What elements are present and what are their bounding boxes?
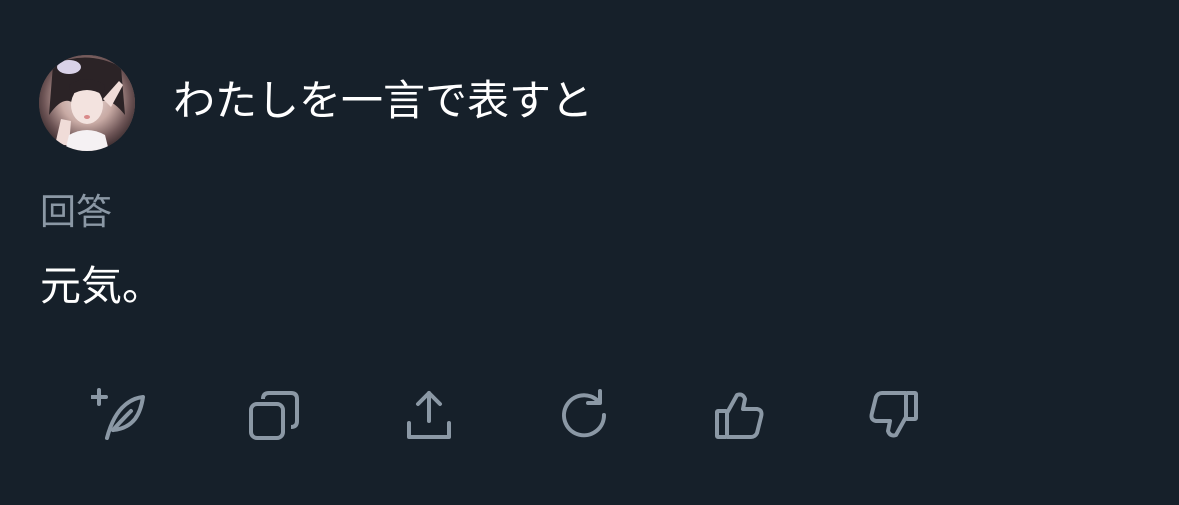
regenerate-button[interactable]	[554, 385, 614, 445]
share-icon	[407, 391, 451, 439]
share-button[interactable]	[399, 385, 459, 445]
quill-plus-icon	[91, 388, 145, 440]
response-card: わたしを一言で表すと 回答 元気。	[0, 0, 1179, 505]
avatar[interactable]	[39, 55, 135, 151]
action-bar	[0, 385, 1179, 445]
thumbs-up-icon	[715, 392, 764, 439]
new-post-button[interactable]	[89, 385, 149, 445]
thumbs-down-icon	[869, 391, 918, 438]
prompt-title: わたしを一言で表すと	[173, 76, 594, 125]
like-button[interactable]	[709, 385, 769, 445]
dislike-button[interactable]	[864, 385, 924, 445]
copy-button[interactable]	[244, 385, 304, 445]
avatar-image	[39, 55, 135, 151]
answer-text: 元気。	[40, 262, 163, 310]
copy-icon	[249, 391, 299, 440]
answer-label: 回答	[40, 192, 113, 233]
regenerate-icon	[562, 389, 607, 438]
